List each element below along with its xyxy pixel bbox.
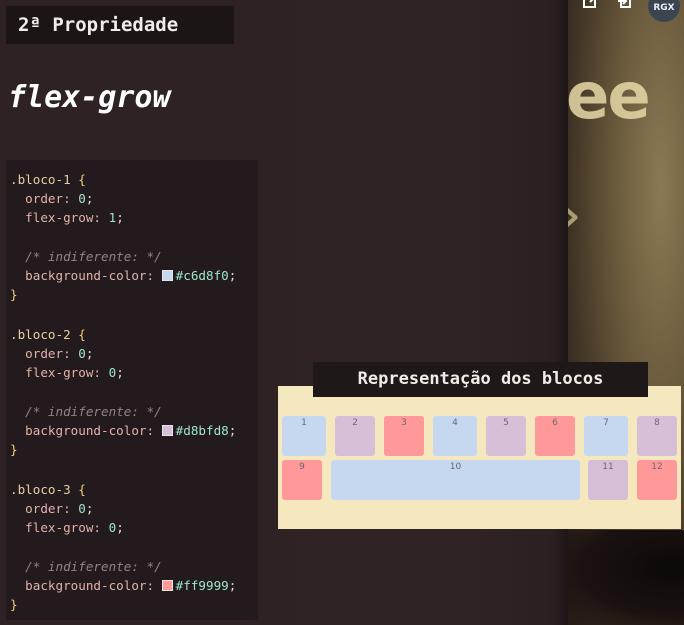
color-swatch [161,425,173,436]
selector: .bloco-1 [10,172,71,187]
code-line: order: 0; [25,501,94,516]
flex-block-8: 8 [637,416,677,456]
code-line: } [10,597,18,612]
property-name: flex-grow: [25,365,101,380]
code-line: } [10,287,18,302]
slide-title: 2ª Propriedade [6,6,234,44]
color-swatch [161,580,173,591]
property-name: order: [25,346,71,361]
color-swatch [161,270,173,281]
code-line: flex-grow: 0; [25,520,124,535]
flex-block-3: 3 [384,416,424,456]
flex-block-12: 12 [637,460,677,500]
property-value: 0 [78,346,86,361]
video-shadow [568,530,684,625]
code-line: flex-grow: 1; [25,210,124,225]
flex-block-5: 5 [486,416,526,456]
code-panel: .bloco-1 { order: 0; flex-grow: 1; /* in… [6,160,258,620]
video-background-text: ee [568,60,651,134]
code-line: flex-grow: 0; [25,365,124,380]
blocks-representation: 1 2 3 4 5 6 7 8 9 10 11 12 [278,386,681,529]
code-line: .bloco-2 { [10,327,86,342]
code-line: background-color: #ff9999; [25,578,237,593]
comment: /* indiferente: */ [25,404,162,419]
flex-block-9: 9 [282,460,322,500]
code-line: order: 0; [25,191,94,206]
slide-edge [552,0,568,625]
exit-icon[interactable] [614,0,636,14]
code-line: background-color: #d8bfd8; [25,423,237,438]
code-line: /* indiferente: */ [10,557,162,576]
share-icon[interactable] [580,0,602,14]
comment: /* indiferente: */ [25,249,162,264]
code-line: /* indiferente: */ [10,402,162,421]
property-name: background-color: [25,423,155,438]
code-line: background-color: #c6d8f0; [25,268,237,283]
property-name: background-color: [25,578,155,593]
code-line: } [10,442,18,457]
comment: /* indiferente: */ [25,559,162,574]
property-value: #c6d8f0 [175,268,229,283]
flex-block-6: 6 [535,416,575,456]
selector: .bloco-2 [10,327,71,342]
property-value: 0 [78,191,86,206]
video-panel: ee › [568,0,684,625]
flex-block-7: 7 [584,416,628,456]
code-line: .bloco-3 { [10,482,86,497]
property-name: flex-grow: [25,210,101,225]
flex-block-4: 4 [433,416,477,456]
selector: .bloco-3 [10,482,71,497]
property-value: 0 [78,501,86,516]
property-value: #d8bfd8 [175,423,229,438]
chevron-right-icon: › [568,180,582,250]
flex-block-10: 10 [331,460,580,500]
code-line: .bloco-1 { [10,172,86,187]
code-line: order: 0; [25,346,94,361]
flex-block-2: 2 [335,416,375,456]
flex-block-1: 1 [282,416,326,456]
property-heading: flex-grow [8,80,171,115]
flex-block-11: 11 [588,460,628,500]
property-name: order: [25,501,71,516]
property-name: order: [25,191,71,206]
code-line: /* indiferente: */ [10,247,162,266]
property-name: flex-grow: [25,520,101,535]
property-name: background-color: [25,268,155,283]
representation-title: Representação dos blocos [313,362,648,397]
property-value: #ff9999 [175,578,229,593]
